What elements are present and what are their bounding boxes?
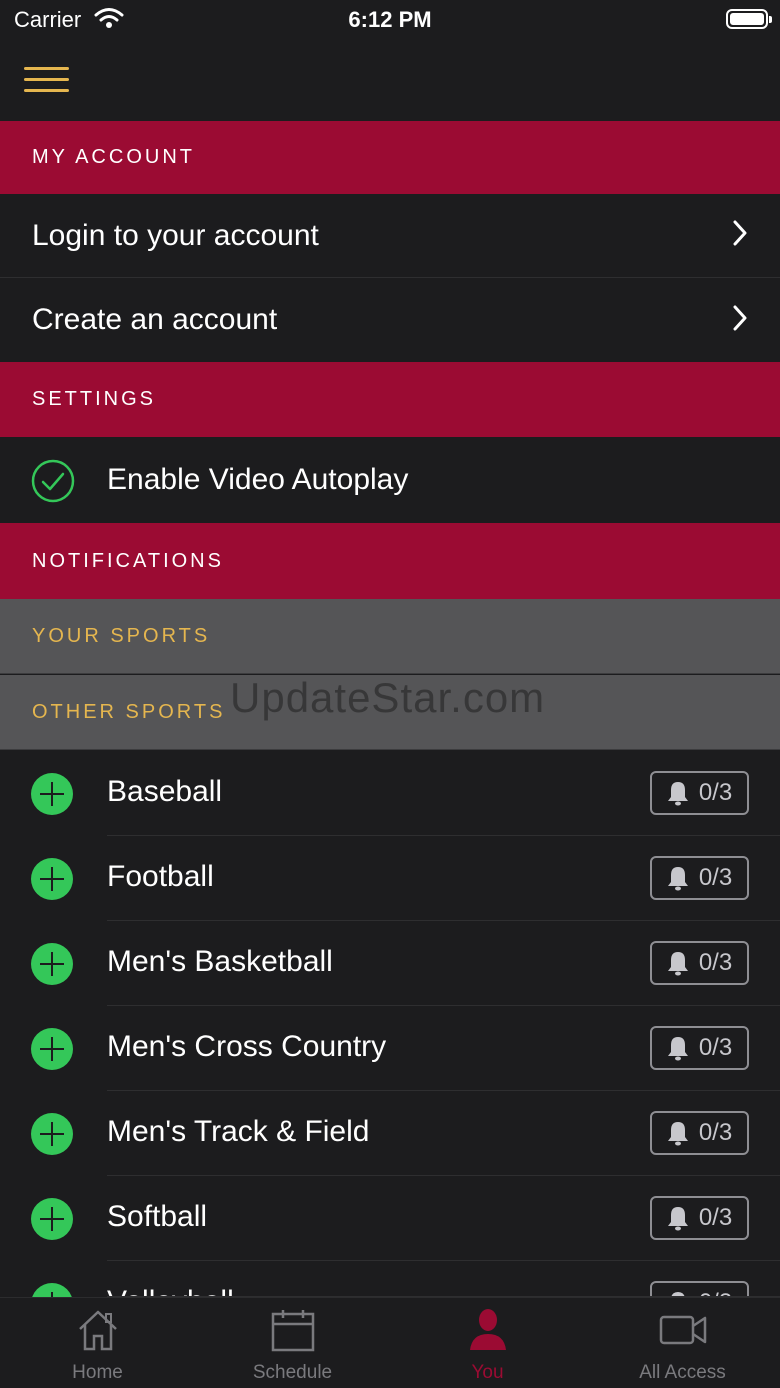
sport-name: Softball bbox=[107, 1200, 208, 1233]
hamburger-menu-icon[interactable] bbox=[24, 67, 70, 95]
notification-count-button[interactable]: 0/3 bbox=[650, 1281, 749, 1297]
notification-count: 0/3 bbox=[698, 779, 733, 806]
sport-name: Men's Cross Country bbox=[107, 1030, 387, 1063]
tab-home[interactable]: Home bbox=[0, 1298, 195, 1388]
status-time: 6:12 PM bbox=[348, 7, 432, 32]
notification-count-button[interactable]: 0/3 bbox=[650, 1111, 749, 1155]
notification-count: 0/3 bbox=[698, 864, 733, 891]
sport-name: Baseball bbox=[107, 775, 223, 808]
sport-row[interactable]: Men's Cross Country 0/3 bbox=[0, 1006, 780, 1091]
video-camera-icon bbox=[585, 1308, 780, 1352]
chevron-right-icon bbox=[732, 220, 748, 251]
section-settings: SETTINGS bbox=[0, 362, 780, 437]
bell-icon bbox=[667, 952, 688, 976]
notification-count-button[interactable]: 0/3 bbox=[650, 1026, 749, 1070]
autoplay-row[interactable]: Enable Video Autoplay bbox=[0, 437, 780, 523]
notification-count-button[interactable]: 0/3 bbox=[650, 856, 749, 900]
create-account-row[interactable]: Create an account bbox=[0, 278, 780, 362]
sport-row[interactable]: Baseball 0/3 bbox=[0, 751, 780, 836]
create-account-label: Create an account bbox=[32, 303, 278, 336]
bell-icon bbox=[667, 867, 688, 891]
bell-icon bbox=[667, 1207, 688, 1231]
sport-row[interactable]: Softball 0/3 bbox=[0, 1176, 780, 1261]
add-circle-icon[interactable] bbox=[31, 943, 73, 985]
notification-count: 0/3 bbox=[698, 1119, 733, 1146]
add-circle-icon[interactable] bbox=[31, 858, 73, 900]
watermark: UpdateStar.com bbox=[230, 674, 546, 721]
notification-count-button[interactable]: 0/3 bbox=[650, 1196, 749, 1240]
add-circle-icon[interactable] bbox=[31, 773, 73, 815]
bell-icon bbox=[667, 782, 688, 806]
section-my-account: MY ACCOUNT bbox=[0, 121, 780, 194]
notification-count: 0/3 bbox=[698, 1204, 733, 1231]
add-circle-icon[interactable] bbox=[31, 1283, 73, 1297]
home-icon bbox=[0, 1308, 195, 1352]
add-circle-icon[interactable] bbox=[31, 1028, 73, 1070]
person-icon bbox=[390, 1308, 585, 1352]
tab-bar: Home Schedule You All Access bbox=[0, 1297, 780, 1388]
your-sports-header[interactable]: YOUR SPORTS bbox=[0, 599, 780, 674]
tab-you[interactable]: You bbox=[390, 1298, 585, 1388]
status-bar: Carrier 6:12 PM bbox=[0, 0, 780, 40]
chevron-right-icon bbox=[732, 305, 748, 336]
notification-count: 0/3 bbox=[698, 949, 733, 976]
calendar-icon bbox=[195, 1308, 390, 1352]
sport-row[interactable]: Men's Basketball 0/3 bbox=[0, 921, 780, 1006]
tab-label-you: You bbox=[471, 1362, 504, 1383]
sport-row[interactable]: Football 0/3 bbox=[0, 836, 780, 921]
login-row[interactable]: Login to your account bbox=[0, 194, 780, 277]
sport-name: Football bbox=[107, 860, 214, 893]
battery-icon bbox=[726, 9, 772, 29]
add-circle-icon[interactable] bbox=[31, 1113, 73, 1155]
bell-icon bbox=[667, 1122, 688, 1146]
sport-name: Men's Basketball bbox=[107, 945, 333, 978]
section-notifications: NOTIFICATIONS bbox=[0, 523, 780, 599]
tab-all-access[interactable]: All Access bbox=[585, 1298, 780, 1388]
login-label: Login to your account bbox=[32, 218, 319, 252]
tab-label-home: Home bbox=[72, 1362, 123, 1383]
notification-count-button[interactable]: 0/3 bbox=[650, 771, 749, 815]
tab-label-all-access: All Access bbox=[639, 1362, 726, 1383]
navigation-bar bbox=[0, 40, 780, 121]
sport-name: Men's Track & Field bbox=[107, 1115, 370, 1148]
notification-count-button[interactable]: 0/3 bbox=[650, 941, 749, 985]
bell-icon bbox=[667, 1037, 688, 1061]
tab-label-schedule: Schedule bbox=[252, 1362, 333, 1383]
sport-row[interactable]: Volleyball0/3 bbox=[0, 1261, 780, 1297]
sport-row[interactable]: Men's Track & Field 0/3 bbox=[0, 1091, 780, 1176]
notification-count: 0/3 bbox=[698, 1034, 733, 1061]
add-circle-icon[interactable] bbox=[31, 1198, 73, 1240]
checkmark-circle-icon[interactable] bbox=[31, 459, 75, 508]
tab-schedule[interactable]: Schedule bbox=[195, 1298, 390, 1388]
